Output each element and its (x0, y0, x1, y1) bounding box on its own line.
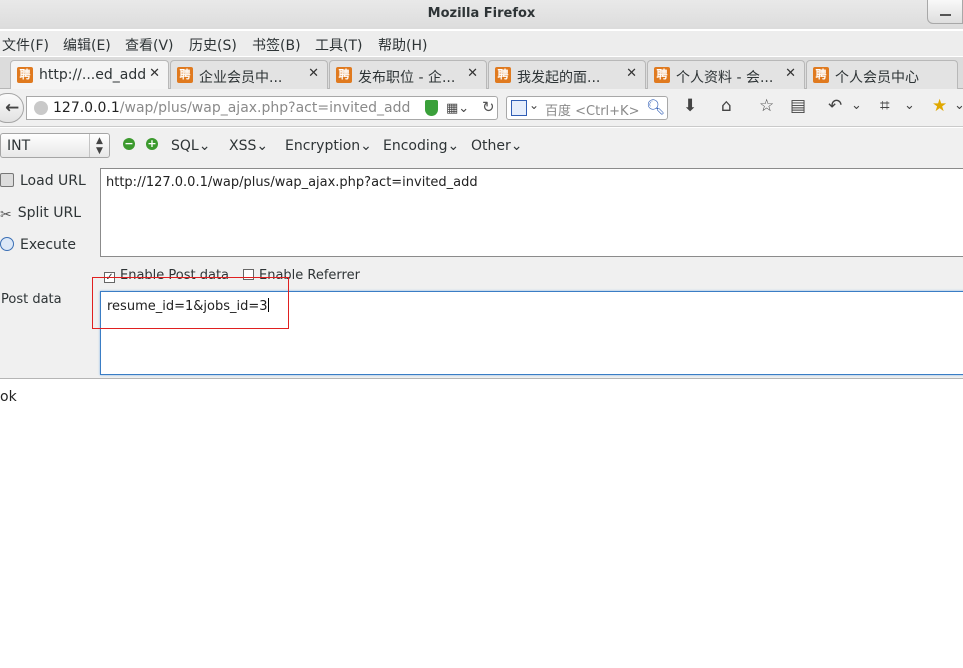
tab-bar: 聘 http://...ed_add ✕ 聘 企业会员中... ✕ 聘 发布职位… (0, 57, 963, 90)
favicon-icon: 聘 (813, 67, 829, 83)
menu-tools[interactable]: 工具(T) (315, 35, 362, 55)
favicon-icon: 聘 (654, 67, 670, 83)
increase-icon[interactable]: + (146, 138, 158, 150)
download-icon[interactable]: ⬇ (683, 96, 697, 116)
favicon-icon: 聘 (17, 67, 33, 83)
favicon-icon: 聘 (495, 67, 511, 83)
chevron-down-icon[interactable]: ⌄ (904, 98, 915, 113)
type-select[interactable]: INT ▲ ▼ (0, 133, 110, 158)
navigation-toolbar: ← 127.0.0.1/wap/plus/wap_ajax.php?act=in… (0, 89, 963, 127)
menu-encryption[interactable]: Encryption⌄ (285, 138, 372, 154)
menu-xss[interactable]: XSS⌄ (229, 138, 268, 154)
close-tab-icon[interactable]: ✕ (626, 66, 637, 81)
bookmark-star-icon[interactable]: ☆ (759, 96, 774, 116)
back-button[interactable]: ← (0, 93, 24, 123)
hackbar-toolbar: INT ▲ ▼ − + SQL⌄ XSS⌄ Encryption⌄ Encodin… (0, 128, 963, 164)
menu-sql[interactable]: SQL⌄ (171, 138, 210, 154)
url-text[interactable]: 127.0.0.1/wap/plus/wap_ajax.php?act=invi… (53, 100, 410, 116)
menu-help[interactable]: 帮助(H) (378, 35, 427, 55)
highlight-annotation-box (92, 277, 289, 329)
type-select-value: INT (7, 138, 31, 154)
menu-edit[interactable]: 编辑(E) (63, 35, 111, 55)
close-tab-icon[interactable]: ✕ (785, 66, 796, 81)
hackbar-panel: Load URL ✂ Split URL Execute http://127.0… (0, 164, 963, 379)
close-tab-icon[interactable]: ✕ (308, 66, 319, 81)
menu-view[interactable]: 查看(V) (125, 35, 174, 55)
addon-star-icon[interactable]: ★ (932, 96, 947, 116)
tab-label: 发布职位 - 企... (358, 70, 456, 86)
arrow-left-icon: ← (5, 98, 20, 118)
minimize-button[interactable] (927, 0, 963, 24)
close-tab-icon[interactable]: ✕ (149, 66, 160, 81)
tab-6[interactable]: 聘 个人会员中心 (806, 60, 958, 89)
tab-2[interactable]: 聘 企业会员中... ✕ (170, 60, 328, 89)
menu-other[interactable]: Other⌄ (471, 138, 523, 154)
chevron-down-icon[interactable]: ⌄ (954, 98, 963, 113)
reload-icon[interactable]: ↻ (482, 98, 495, 116)
tab-3[interactable]: 聘 发布职位 - 企... ✕ (329, 60, 487, 89)
split-url-button[interactable]: ✂ Split URL (0, 205, 81, 223)
tab-4[interactable]: 聘 我发起的面... ✕ (488, 60, 646, 89)
crop-icon[interactable]: ⌗ (880, 96, 890, 116)
url-textarea[interactable]: http://127.0.0.1/wap/plus/wap_ajax.php?a… (100, 168, 963, 257)
load-url-icon (0, 173, 14, 187)
menu-history[interactable]: 历史(S) (189, 35, 237, 55)
menu-bookmarks[interactable]: 书签(B) (252, 35, 301, 55)
tab-label: 我发起的面... (517, 70, 601, 86)
qr-code-icon[interactable]: ▦⌄ (446, 101, 469, 116)
scissors-icon: ✂ (0, 207, 12, 223)
decrease-icon[interactable]: − (123, 138, 135, 150)
spinner-arrows-icon: ▲ ▼ (89, 134, 109, 157)
load-url-button[interactable]: Load URL (0, 173, 86, 189)
search-input[interactable]: 百度 <Ctrl+K> (545, 100, 639, 119)
tab-label: http://...ed_add (39, 67, 147, 83)
menu-bar: 文件(F) 编辑(E) 查看(V) 历史(S) 书签(B) 工具(T) 帮助(H… (0, 31, 963, 56)
window-titlebar: Mozilla Firefox (0, 0, 963, 29)
tab-label: 个人会员中心 (835, 70, 919, 86)
reading-list-icon[interactable]: ▤ (790, 96, 806, 116)
home-icon[interactable]: ⌂ (721, 96, 732, 116)
favicon-icon: 聘 (177, 67, 193, 83)
search-engine-icon[interactable] (511, 100, 527, 116)
tab-label: 个人资料 - 会... (676, 70, 774, 86)
window-title: Mozilla Firefox (427, 6, 536, 21)
favicon-icon: 聘 (336, 67, 352, 83)
shield-icon[interactable] (425, 100, 438, 116)
post-data-label: Post data (1, 292, 62, 307)
menu-file[interactable]: 文件(F) (2, 35, 49, 55)
chevron-down-icon[interactable]: ⌄ (529, 98, 539, 112)
response-text: ok (0, 389, 17, 405)
close-tab-icon[interactable]: ✕ (467, 66, 478, 81)
search-icon[interactable]: 🔍︎ (646, 98, 665, 116)
execute-icon (0, 237, 14, 251)
menu-encoding[interactable]: Encoding⌄ (383, 138, 459, 154)
site-identity-icon[interactable] (34, 101, 48, 115)
search-bar[interactable]: ⌄ 百度 <Ctrl+K> 🔍︎ (506, 96, 668, 120)
url-bar[interactable]: 127.0.0.1/wap/plus/wap_ajax.php?act=invi… (26, 96, 498, 120)
undo-icon[interactable]: ↶ (828, 96, 842, 116)
minimize-icon (940, 14, 951, 16)
chevron-down-icon[interactable]: ⌄ (851, 98, 862, 113)
execute-button[interactable]: Execute (0, 237, 76, 253)
tab-label: 企业会员中... (199, 70, 283, 86)
tab-5[interactable]: 聘 个人资料 - 会... ✕ (647, 60, 805, 89)
tab-1[interactable]: 聘 http://...ed_add ✕ (10, 60, 169, 90)
